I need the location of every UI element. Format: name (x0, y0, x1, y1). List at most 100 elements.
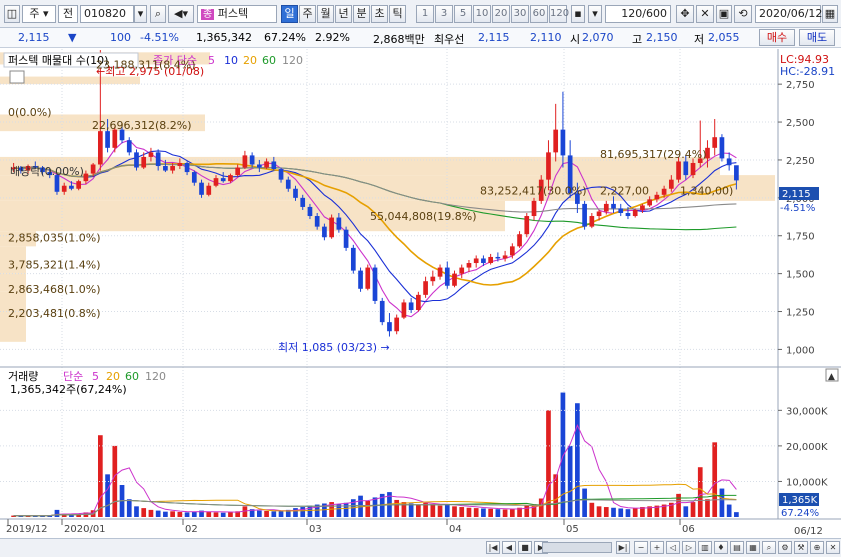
candle-body (307, 206, 313, 217)
stock-name-field[interactable]: 종 퍼스텍 (197, 5, 277, 23)
ma5-label[interactable]: 5 (208, 54, 215, 67)
vol-ma5-label[interactable]: 5 (92, 370, 99, 383)
chart-menu-icon[interactable]: ◫ (4, 5, 20, 23)
vol-ma20-label[interactable]: 20 (106, 370, 120, 383)
vol-ma60-label[interactable]: 60 (125, 370, 139, 383)
date-input[interactable]: 2020/06/12 (755, 5, 822, 23)
interval-button[interactable]: 1 (416, 5, 434, 23)
volume-legend-name[interactable]: 거래량 (8, 370, 38, 383)
volume-profile-label: 83,252,417(30.0%) (480, 184, 587, 197)
refresh-icon[interactable]: ⟲ (734, 5, 752, 23)
magnify-icon[interactable]: ⊕ (810, 541, 824, 554)
ma120-label[interactable]: 120 (282, 54, 303, 67)
expand-icon[interactable]: ▷ (682, 541, 696, 554)
last-icon[interactable]: ▶| (616, 541, 630, 554)
tools-icon[interactable]: ⚒ (794, 541, 808, 554)
chart-svg[interactable]: 2,7502,5002,2502,0001,7501,5001,2501,000… (0, 49, 841, 538)
volume-bar (495, 509, 501, 517)
zoom-out-icon[interactable]: − (634, 541, 648, 554)
volume-bar (459, 507, 465, 517)
search-zoom-icon[interactable]: ⌕ (762, 541, 776, 554)
stock-code-input[interactable]: 010820 (80, 5, 134, 23)
candle-body (517, 234, 522, 247)
candle-body (459, 267, 465, 274)
candle-body (683, 161, 689, 176)
interval-button[interactable]: 30 (511, 5, 529, 23)
bar-width-icon[interactable]: ▥ (698, 541, 712, 554)
period-tab[interactable]: 주 (299, 5, 316, 23)
candle-body (235, 167, 241, 176)
calendar-icon[interactable]: ▦ (822, 5, 838, 23)
interval-button[interactable]: 120 (549, 5, 569, 23)
volume-bar (712, 442, 718, 517)
volume-legend-ma[interactable]: 단순 (63, 370, 83, 383)
mini-chart-icon[interactable]: ▦ (746, 541, 760, 554)
volume-ratio-tag: 67.24% (781, 508, 819, 519)
volume-bar (734, 512, 739, 517)
volume-bar (394, 499, 400, 517)
candle-body (401, 302, 407, 318)
volume-bar (481, 508, 486, 517)
save-icon[interactable]: ▣ (716, 5, 732, 23)
tool-icon[interactable]: ✥ (676, 5, 694, 23)
candle-body (177, 162, 183, 167)
candle-body (416, 294, 421, 311)
close-icon[interactable]: ✕ (826, 541, 840, 554)
price-tick-label: 1,500 (786, 270, 815, 281)
zoom-in-icon[interactable]: + (650, 541, 664, 554)
code-type-select[interactable]: 주 ▾ (22, 5, 56, 23)
vol-ma120-label[interactable]: 120 (145, 370, 166, 383)
volume-bar (372, 497, 378, 517)
candle-body (546, 152, 551, 180)
candle-body (365, 267, 371, 289)
market-type-select[interactable]: 전 (58, 5, 78, 23)
search-icon[interactable]: ⌕ (150, 5, 166, 23)
sell-button[interactable]: 매도 (799, 29, 835, 46)
candle-body (560, 129, 566, 156)
prev-icon[interactable]: ◀ (502, 541, 516, 554)
current-price: 2,115 (18, 31, 50, 44)
ma20-label[interactable]: 20 (243, 54, 257, 67)
line-icon[interactable]: ▤ (730, 541, 744, 554)
interval-button[interactable]: 10 (473, 5, 491, 23)
grid-toggle-icon[interactable] (9, 70, 25, 84)
buy-button[interactable]: 매수 (759, 29, 795, 46)
volume-bar (97, 435, 103, 517)
candle-icon[interactable]: ♦ (714, 541, 728, 554)
shrink-icon[interactable]: ◁ (666, 541, 680, 554)
interval-button[interactable]: 3 (435, 5, 453, 23)
settings-icon[interactable]: ▾ (588, 5, 602, 23)
candle-body (531, 200, 537, 217)
ma10-label[interactable]: 10 (224, 54, 238, 67)
candle-body (379, 300, 385, 323)
interval-button[interactable]: 60 (530, 5, 548, 23)
candle-body (553, 129, 559, 153)
volume-bar (365, 501, 371, 517)
stop-icon[interactable]: ■ (518, 541, 532, 554)
price-change: 100 (110, 31, 131, 44)
period-tab[interactable]: 월 (317, 5, 334, 23)
candle-body (690, 162, 696, 176)
period-tab[interactable]: 틱 (389, 5, 406, 23)
speaker-icon[interactable]: ◀▾ (168, 5, 194, 23)
price-legend-name[interactable]: 퍼스텍 매물대 수(10) (8, 54, 108, 67)
first-icon[interactable]: |◀ (486, 541, 500, 554)
ma60-label[interactable]: 60 (262, 54, 276, 67)
period-tab[interactable]: 일 (281, 5, 298, 23)
period-tab[interactable]: 년 (335, 5, 352, 23)
period-tab[interactable]: 분 (353, 5, 370, 23)
volume-bar (293, 508, 298, 517)
chart-scrollbar[interactable] (542, 542, 612, 553)
volume-tag-text: 1,365K (782, 495, 818, 506)
data-count-input[interactable]: 120/600 (605, 5, 671, 23)
period-tab[interactable]: 초 (371, 5, 388, 23)
interval-button[interactable]: 20 (492, 5, 510, 23)
crosshair-icon[interactable]: ✕ (696, 5, 714, 23)
apply-icon[interactable]: ▪ (571, 5, 585, 23)
candle-body (481, 258, 486, 264)
candle-body (199, 182, 204, 195)
stock-code-dropdown-icon[interactable]: ▾ (134, 5, 147, 23)
interval-button[interactable]: 5 (454, 5, 472, 23)
settings-gear-icon[interactable]: ⚙ (778, 541, 792, 554)
volume-bar (271, 511, 277, 517)
